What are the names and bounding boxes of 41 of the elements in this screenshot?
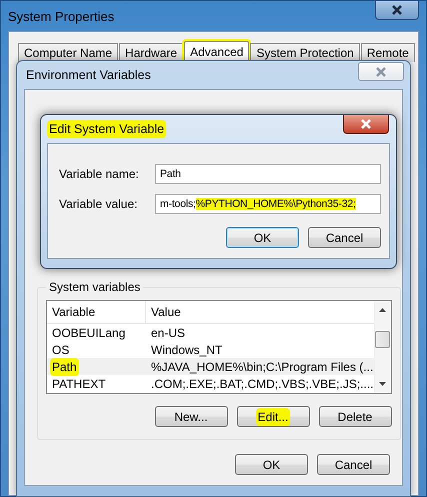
- variable-name: OOBEUILang: [52, 326, 126, 340]
- variable-name: OS: [52, 342, 70, 356]
- action-button[interactable]: New...: [154, 406, 228, 427]
- dialog-button[interactable]: OK: [235, 454, 308, 475]
- dialog-button[interactable]: Cancel: [317, 454, 390, 475]
- scrollbar[interactable]: [374, 301, 390, 393]
- close-button[interactable]: [375, 1, 419, 20]
- scroll-thumb[interactable]: [375, 331, 390, 348]
- input-field[interactable]: m-tools;%PYTHON_HOME%\Python35-32;: [155, 194, 381, 214]
- action-button[interactable]: Delete: [318, 406, 392, 427]
- window-title: System Properties: [8, 8, 114, 24]
- variable-name: PATHEXT: [52, 376, 106, 390]
- action-button[interactable]: Edit...: [236, 406, 310, 427]
- variable-value: %JAVA_HOME%\bin;C:\Program Files (...: [151, 360, 374, 374]
- list-row[interactable]: PATHEXT .COM;.EXE;.BAT;.CMD;.VBS;.VBE;.JS;....: [47, 375, 374, 392]
- window-title: Edit System Variable: [49, 122, 164, 136]
- variable-name: Path: [52, 360, 77, 374]
- close-button[interactable]: [343, 115, 389, 134]
- scroll-down-icon[interactable]: [378, 381, 387, 387]
- tab[interactable]: Computer Name: [18, 43, 118, 62]
- group-title: System variables: [48, 280, 142, 294]
- variable-value: .COM;.EXE;.BAT;.CMD;.VBS;.VBE;.JS;....: [151, 376, 374, 390]
- window-title: Environment Variables: [26, 68, 151, 82]
- close-icon: [360, 119, 372, 129]
- column-header[interactable]: Variable: [47, 301, 146, 323]
- scroll-up-icon[interactable]: [378, 307, 387, 313]
- tab[interactable]: Advanced: [184, 41, 250, 62]
- dialog-button[interactable]: Cancel: [308, 227, 381, 248]
- list-row[interactable]: OOBEUILang en-US: [47, 324, 374, 341]
- dialog-button[interactable]: OK: [226, 227, 299, 248]
- column-header[interactable]: Value: [146, 301, 374, 323]
- variable-value: en-US: [151, 326, 186, 340]
- field-label: Variable name:: [59, 167, 140, 181]
- list-row[interactable]: Path %JAVA_HOME%\bin;C:\Program Files (...: [47, 358, 374, 375]
- list-row[interactable]: OS Windows_NT: [47, 341, 374, 358]
- field-label: Variable value:: [59, 197, 138, 211]
- variable-value: Windows_NT: [151, 342, 222, 356]
- tab[interactable]: Remote: [360, 43, 415, 62]
- close-icon: [375, 66, 387, 76]
- input-field[interactable]: Path: [155, 164, 381, 184]
- close-icon: [391, 5, 403, 15]
